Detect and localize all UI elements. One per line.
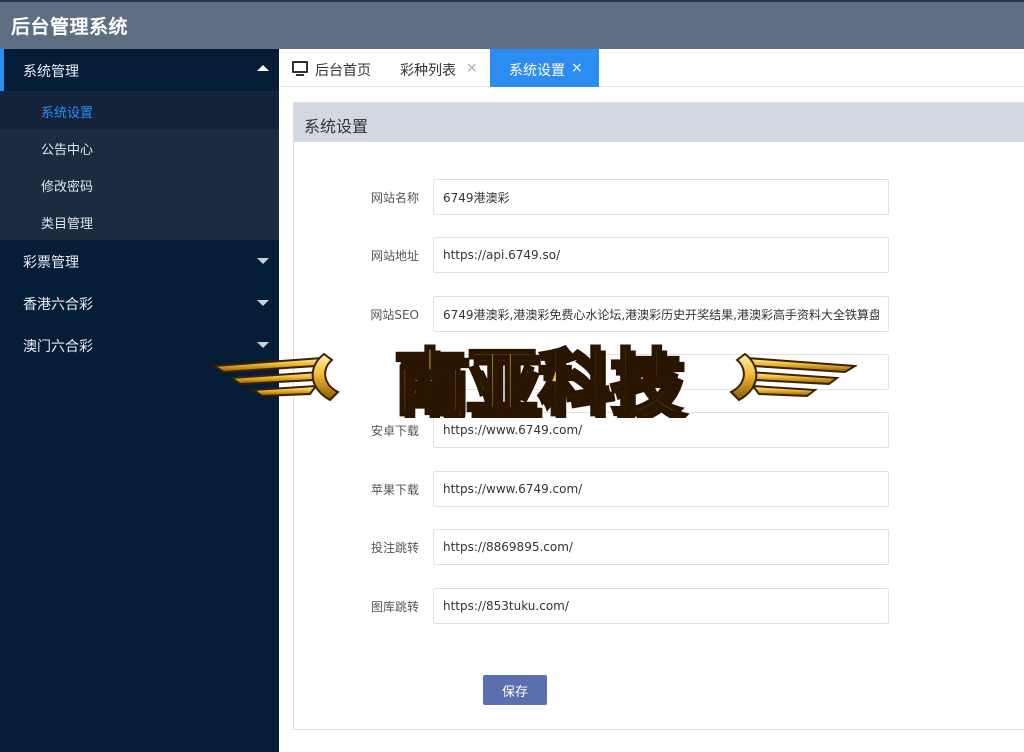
form-row-site-url: 网站地址 [294,237,1024,273]
gallery-redirect-input[interactable] [433,588,889,624]
sidebar-group-label: 澳门六合彩 [23,339,93,355]
tab-system-settings[interactable]: 系统设置 × [490,49,599,87]
sidebar-item-label: 系统设置 [41,106,94,121]
site-name-input[interactable] [433,179,889,215]
form-row-gallery-redirect: 图库跳转 [294,588,1024,624]
sidebar-item-announcements[interactable]: 公告中心 [0,129,279,166]
submenu-system: 系统设置 公告中心 修改密码 类目管理 [0,91,279,240]
app-title: 后台管理系统 [11,16,129,38]
caret-up-icon [257,65,269,71]
tab-lottery-list[interactable]: 彩种列表 × [383,49,490,87]
sidebar-item-categories[interactable]: 类目管理 [0,203,279,240]
watermark-text: 南亚科技 [394,341,682,418]
top-bar: 后台管理系统 [0,0,1024,49]
panel-title: 系统设置 [304,117,369,136]
wing-right-icon [729,352,857,402]
field-label: 网站SEO [370,308,419,322]
tab-label: 后台首页 [315,63,371,79]
watermark-logo: 南亚科技 南亚科技 [212,340,857,418]
sidebar-group-system[interactable]: 系统管理 [0,49,279,91]
sidebar-item-label: 类目管理 [41,217,94,232]
tab-bar: 后台首页 彩种列表 × 系统设置 × [279,49,1024,87]
sidebar-group-label: 彩票管理 [23,255,79,271]
site-seo-input[interactable] [433,296,889,332]
site-url-input[interactable] [433,237,889,273]
field-label: 投注跳转 [370,541,419,555]
sidebar-group-label: 香港六合彩 [23,297,93,313]
form-row-site-name: 网站名称 [294,179,1024,215]
ios-download-input[interactable] [433,471,889,507]
tab-label: 彩种列表 [400,63,456,79]
bet-redirect-input[interactable] [433,529,889,565]
sidebar-item-label: 修改密码 [41,180,94,195]
caret-down-icon [257,258,269,264]
field-label: 网站地址 [370,249,419,263]
sidebar-item-label: 公告中心 [41,143,94,158]
sidebar-group-label: 系统管理 [23,64,79,80]
form-row-bet-redirect: 投注跳转 [294,529,1024,565]
form-row-ios-download: 苹果下载 [294,471,1024,507]
monitor-stand [296,74,304,76]
field-label: 网站名称 [370,191,419,205]
form-row-site-seo: 网站SEO [294,296,1024,332]
field-label: 苹果下载 [370,483,419,497]
monitor-icon [292,61,308,73]
active-indicator [0,49,4,91]
sidebar-item-change-password[interactable]: 修改密码 [0,166,279,203]
panel-header: 系统设置 [294,103,1024,142]
field-label: 图库跳转 [370,600,419,614]
tab-label: 系统设置 [509,63,565,79]
close-icon[interactable]: × [571,60,583,76]
close-icon[interactable]: × [466,60,478,76]
field-label: 安卓下载 [370,424,419,438]
save-button[interactable]: 保存 [483,675,547,705]
sidebar-item-system-settings[interactable]: 系统设置 [0,92,279,129]
caret-down-icon [257,300,269,306]
wing-left-icon [212,352,340,402]
sidebar-group-hk-marksix[interactable]: 香港六合彩 [0,282,279,324]
sidebar-group-lottery[interactable]: 彩票管理 [0,240,279,282]
tab-home[interactable]: 后台首页 [279,49,383,87]
